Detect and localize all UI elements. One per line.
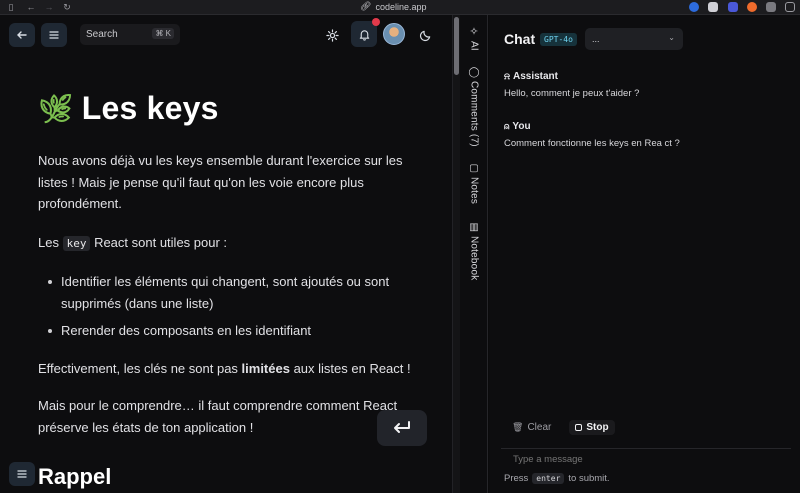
submit-hint: Press enter to submit. [504, 473, 610, 484]
sparkle-icon: ✧ [469, 26, 479, 38]
share-icon[interactable] [785, 2, 795, 12]
bell-icon [359, 29, 369, 41]
user-message: Comment fonctionne les keys en Rea ct ? [504, 138, 680, 149]
tab-notes-label: Notes [468, 177, 480, 205]
sidebar-toggle-icon[interactable]: ▯ [6, 2, 16, 12]
hint-after: to submit. [568, 473, 610, 484]
assistant-role-text: Assistant [512, 71, 558, 82]
page-title-text: Les keys [81, 90, 219, 126]
scrollbar[interactable] [452, 15, 460, 493]
search-shortcut: ⌘ K [152, 28, 174, 39]
extension-screen-icon[interactable] [728, 2, 738, 12]
address-bar[interactable]: 🔗︎ codeline.app [360, 1, 426, 12]
list-item: Identifier les éléments qui changent, so… [48, 271, 428, 314]
back-button[interactable] [9, 23, 35, 47]
tab-notes[interactable]: ▢ Notes [466, 163, 482, 204]
bottom-menu-button[interactable] [9, 462, 35, 486]
model-select[interactable]: ... ⌄ [585, 28, 683, 50]
reload-icon[interactable]: ↻ [62, 2, 72, 12]
search-input[interactable]: Search ⌘ K [80, 24, 180, 45]
chat-message-input[interactable] [501, 448, 791, 466]
search-placeholder: Search [86, 29, 118, 40]
theme-toggle-button[interactable] [417, 27, 433, 43]
model-select-value: ... [592, 34, 600, 44]
note-icon: ▢ [469, 163, 479, 174]
enter-button[interactable] [377, 410, 427, 446]
chat-panel: Chat GPT-4o ... ⌄ ⍾ Assistant Hello, com… [489, 15, 800, 493]
comment-icon: ◯ [468, 67, 480, 78]
avatar[interactable] [383, 23, 405, 45]
extension-shield-icon[interactable] [708, 2, 718, 12]
user-label: ⍝ You [504, 121, 531, 132]
extension-1password-icon[interactable] [689, 2, 699, 12]
chat-title: Chat [504, 31, 536, 47]
stop-square-icon [575, 424, 583, 431]
moon-icon [419, 30, 430, 41]
side-tab-strip: ✧ AI ◯ Comments (7) ▢ Notes ▥ Notebook [460, 15, 488, 493]
back-arrow-icon[interactable]: ← [26, 2, 36, 12]
notebook-icon: ▥ [469, 222, 479, 233]
tab-ai[interactable]: ✧ AI [466, 25, 482, 51]
assistant-message: Hello, comment je peux t'aider ? [504, 88, 640, 99]
hamburger-icon [17, 470, 27, 478]
top-bar: Search ⌘ K [0, 15, 452, 55]
paragraph-effectivement: Effectivement, les clés ne sont pas limi… [38, 358, 428, 380]
menu-button[interactable] [41, 23, 67, 47]
tab-comments[interactable]: ◯ Comments (7) [466, 67, 482, 147]
hint-before: Press [504, 473, 529, 484]
trash-icon: 🗑︎ [512, 422, 524, 432]
main-pane: Search ⌘ K 🌿︎ Les keys Nous avons déjà v… [0, 15, 452, 493]
browser-toolbar: ▯ ← → ↻ 🔗︎ codeline.app [0, 0, 800, 15]
paragraph-intro: Nous avons déjà vu les keys ensemble dur… [38, 153, 403, 211]
stop-button[interactable]: Stop [569, 420, 615, 435]
tab-notebook[interactable]: ▥ Notebook [466, 222, 482, 280]
paragraph-comprendre: Mais pour le comprendre… il faut compren… [38, 398, 398, 435]
paragraph-usage-after: React sont utiles pour : [90, 234, 228, 250]
enter-arrow-icon [394, 421, 410, 433]
hamburger-icon [49, 31, 59, 39]
paragraph-effectivement-before: Effectivement, les clés ne sont pas [38, 360, 242, 376]
paragraph-effectivement-after: aux listes en React ! [289, 360, 411, 376]
enter-key-badge: enter [532, 473, 565, 484]
scrollbar-thumb[interactable] [454, 17, 459, 75]
stop-label: Stop [586, 422, 609, 433]
list-item: Rerender des composants en les identifia… [48, 320, 428, 342]
section-heading: Rappel [38, 464, 112, 489]
user-role-text: You [512, 121, 531, 132]
chevron-down-icon: ⌄ [668, 33, 675, 42]
gear-icon [325, 28, 339, 42]
page-title: 🌿︎ Les keys [38, 90, 428, 127]
article: 🌿︎ Les keys Nous avons déjà vu les keys … [38, 90, 428, 490]
forward-arrow-icon[interactable]: → [44, 2, 54, 12]
bullet-list: Identifier les éléments qui changent, so… [48, 271, 428, 342]
chat-actions: 🗑︎ Clear Stop [506, 420, 615, 435]
settings-button[interactable] [324, 27, 340, 43]
assistant-label: ⍾ Assistant [504, 71, 558, 82]
extension-orange-icon[interactable] [747, 2, 757, 12]
tab-comments-label: Comments (7) [468, 81, 480, 147]
tab-ai-label: AI [468, 41, 480, 51]
paragraph-usage-before: Les [38, 234, 63, 250]
extension-square-icon[interactable] [766, 2, 776, 12]
model-badge: GPT-4o [540, 33, 577, 46]
notifications-button[interactable] [351, 18, 380, 47]
tab-notebook-label: Notebook [468, 236, 480, 281]
user-icon: ⍝ [504, 121, 510, 131]
leaf-icon: 🌿︎ [38, 93, 74, 124]
clear-label: Clear [527, 422, 552, 433]
robot-icon: ⍾ [504, 71, 510, 81]
arrow-left-icon [17, 31, 27, 39]
notification-badge [372, 18, 380, 26]
inline-code-key: key [62, 235, 91, 251]
bold-limitees: limitées [241, 360, 290, 376]
address-text: codeline.app [375, 1, 427, 12]
paragraph-usage: Les key React sont utiles pour : [38, 232, 428, 255]
link-icon: 🔗︎ [360, 1, 372, 11]
clear-button[interactable]: 🗑︎ Clear [506, 420, 557, 435]
